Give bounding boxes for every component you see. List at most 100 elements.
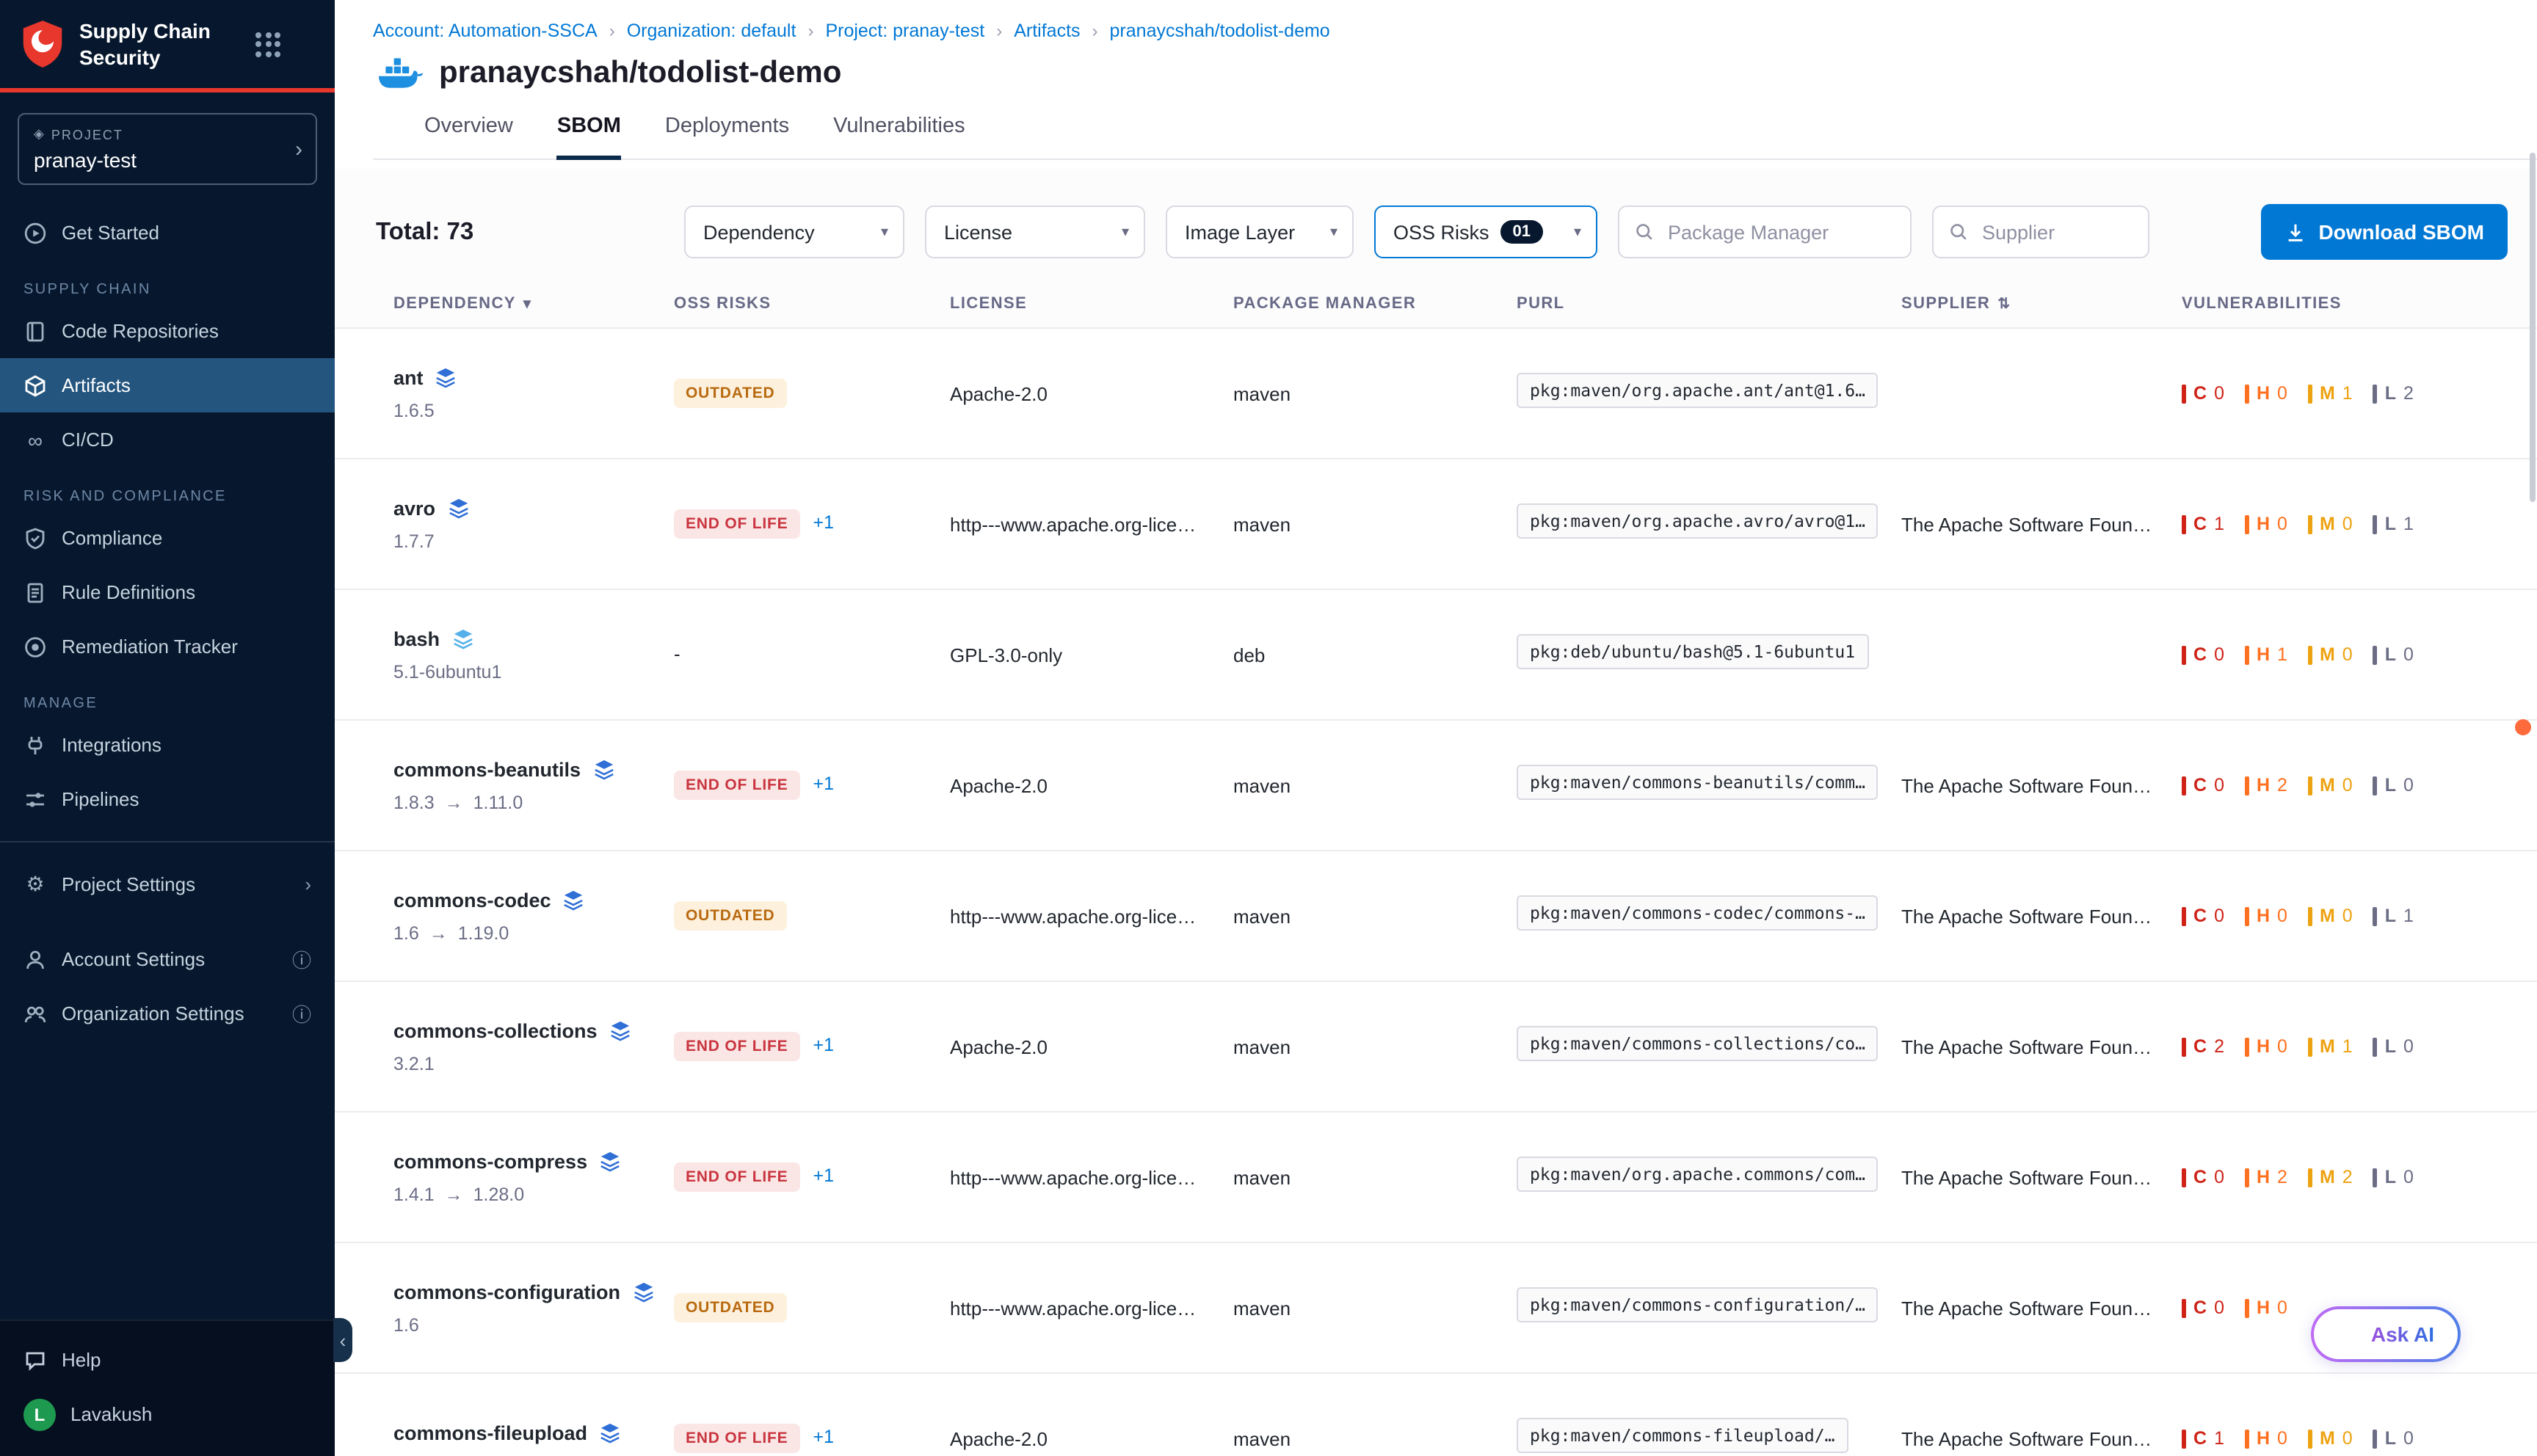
tab-sbom[interactable]: SBOM [557,114,621,160]
oss-risk-more-link[interactable]: +1 [813,1165,834,1186]
sidebar-item-project-settings[interactable]: ⚙ Project Settings › [0,858,335,912]
sidebar-item-organization-settings[interactable]: Organization Settings ⓘ [0,987,335,1041]
apps-grid-icon[interactable] [255,32,280,57]
critical-count: C0 [2182,1167,2224,1187]
oss-risk-more-link[interactable]: +1 [813,1427,834,1447]
oss-risk-more-link[interactable]: +1 [813,512,834,533]
purl-value[interactable]: pkg:maven/commons-collections/co… [1517,1025,1879,1060]
table-row[interactable]: ant 1.6.5→ OUTDATED Apache-2.0 maven pkg… [335,329,2537,459]
table-row[interactable]: commons-beanutils 1.8.3→1.11.0 END OF LI… [335,721,2537,851]
shield-check-icon [23,527,47,550]
purl-value[interactable]: pkg:maven/commons-fileupload/… [1517,1417,1848,1452]
ask-ai-button[interactable]: Ask AI [2311,1306,2461,1362]
sidebar-item-code-repositories[interactable]: Code Repositories [0,305,335,359]
sidebar-item-rule-definitions[interactable]: Rule Definitions [0,566,335,620]
low-count: L0 [2373,775,2414,796]
dependency-version: 1.6 [393,1314,419,1335]
purl-value[interactable]: pkg:maven/org.apache.commons/com… [1517,1156,1879,1191]
table-row[interactable]: commons-compress 1.4.1→1.28.0 END OF LIF… [335,1113,2537,1243]
sidebar-item-remediation-tracker[interactable]: Remediation Tracker [0,620,335,674]
purl-value[interactable]: pkg:maven/org.apache.ant/ant@1.6… [1517,372,1879,407]
project-selector[interactable]: ◈ PROJECT pranay-test › [18,114,317,186]
purl-value[interactable]: pkg:maven/org.apache.avro/avro@1… [1517,503,1879,538]
layers-icon [435,366,457,388]
dependency-version: 1.6.5 [393,400,435,421]
sort-both-icon: ⇅ [1997,296,2011,312]
info-icon[interactable]: ⓘ [292,1000,311,1028]
table-row[interactable]: commons-configuration 1.6→ OUTDATED http… [335,1243,2537,1374]
breadcrumb-current[interactable]: pranaycshah/todolist-demo [1110,21,1330,41]
high-count: H0 [2245,1428,2287,1449]
user-menu[interactable]: L Lavakush [0,1387,335,1441]
dependency-name: commons-configuration [393,1281,620,1303]
oss-risk-badge: END OF LIFE [674,509,799,539]
breadcrumb-project[interactable]: Project: pranay-test [825,21,984,41]
table-row[interactable]: commons-codec 1.6→1.19.0 OUTDATED http--… [335,851,2537,982]
low-count: L0 [2373,1036,2414,1057]
oss-risk-badge: OUTDATED [674,379,787,408]
table-row[interactable]: bash 5.1-6ubuntu1→ - GPL-3.0-only deb pk… [335,590,2537,721]
package-manager-cell: maven [1233,1427,1517,1449]
chevron-down-icon: ▾ [881,224,888,240]
sidebar-item-pipelines[interactable]: Pipelines [0,773,335,827]
sidebar-item-get-started[interactable]: Get Started [0,206,335,261]
breadcrumb-artifacts[interactable]: Artifacts [1014,21,1080,41]
sidebar-item-integrations[interactable]: Integrations [0,718,335,773]
tab-overview[interactable]: Overview [424,114,513,159]
dependency-filter-dropdown[interactable]: Dependency ▾ [684,205,904,258]
image-layer-filter-dropdown[interactable]: Image Layer ▾ [1166,205,1354,258]
breadcrumb-account[interactable]: Account: Automation-SSCA [373,21,598,41]
license-filter-dropdown[interactable]: License ▾ [925,205,1145,258]
table-row[interactable]: commons-fileupload END OF LIFE+1 Apache-… [335,1374,2537,1456]
purl-value[interactable]: pkg:maven/commons-codec/commons-… [1517,895,1879,930]
purl-value[interactable]: pkg:maven/commons-beanutils/comm… [1517,764,1879,799]
vertical-scrollbar-thumb[interactable] [2530,153,2536,502]
sidebar-item-account-settings[interactable]: Account Settings ⓘ [0,933,335,987]
supplier-cell: The Apache Software Foun… [1901,905,2173,927]
column-header-supplier[interactable]: SUPPLIER⇅ [1901,295,2182,313]
download-sbom-button[interactable]: Download SBOM [2261,204,2508,260]
sidebar-item-artifacts[interactable]: Artifacts [0,359,335,413]
tab-vulnerabilities[interactable]: Vulnerabilities [833,114,965,159]
sort-desc-icon: ▾ [523,296,531,312]
purl-value[interactable]: pkg:deb/ubuntu/bash@5.1-6ubuntu1 [1517,633,1868,669]
sliders-icon [23,788,47,812]
purl-value[interactable]: pkg:maven/commons-configuration/… [1517,1286,1879,1322]
oss-risks-filter-dropdown[interactable]: OSS Risks 01 ▾ [1374,205,1597,258]
nav-section-title: MANAGE [23,696,311,713]
sidebar-item-compliance[interactable]: Compliance [0,512,335,566]
tab-deployments[interactable]: Deployments [665,114,789,159]
oss-risk-more-link[interactable]: +1 [813,774,834,794]
medium-count: M1 [2308,383,2353,404]
oss-risk-more-link[interactable]: +1 [813,1035,834,1055]
table-row[interactable]: avro 1.7.7→ END OF LIFE+1 http---www.apa… [335,459,2537,590]
chevron-right-icon: › [305,874,311,896]
supplier-input[interactable] [1979,219,2133,244]
arrow-right-icon: → [445,1184,463,1204]
dependency-name: commons-beanutils [393,758,581,780]
critical-count: C0 [2182,644,2224,665]
dependency-name: commons-collections [393,1019,598,1041]
chevron-right-icon: › [807,21,813,41]
breadcrumb-organization[interactable]: Organization: default [627,21,796,41]
layers-icon [632,1281,654,1303]
package-manager-cell: maven [1233,1297,1517,1319]
low-count: L0 [2373,644,2414,665]
sidebar-nav: Get Started SUPPLY CHAIN Code Repositori… [0,194,335,1320]
download-button-label: Download SBOM [2318,220,2484,244]
sidebar-item-help[interactable]: Help [0,1333,335,1387]
medium-count: M0 [2308,906,2353,926]
dependency-name: avro [393,497,435,519]
info-icon[interactable]: ⓘ [292,946,311,974]
sidebar-item-label: Artifacts [62,375,131,397]
package-manager-input[interactable] [1665,219,1895,244]
supplier-cell: The Apache Software Foun… [1901,774,2173,796]
sidebar-collapse-handle[interactable]: ‹ [333,1318,352,1362]
table-row[interactable]: commons-collections 3.2.1→ END OF LIFE+1… [335,982,2537,1113]
column-header-dependency[interactable]: DEPENDENCY▾ [393,295,674,313]
critical-count: C0 [2182,775,2224,796]
sidebar-item-cicd[interactable]: ∞ CI/CD [0,413,335,467]
sidebar-item-label: Remediation Tracker [62,636,238,658]
high-count: H0 [2245,383,2287,404]
edge-marker-dot [2515,719,2531,735]
